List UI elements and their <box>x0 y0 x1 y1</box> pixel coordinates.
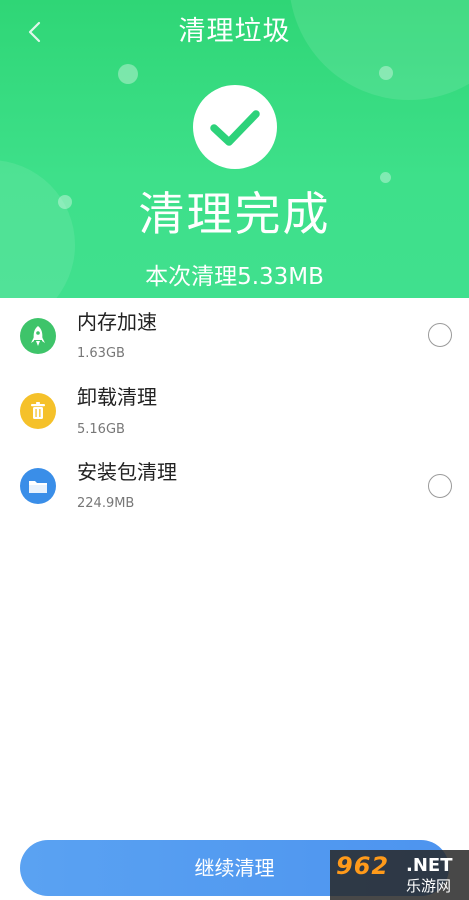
item-name: 卸载清理 <box>77 385 157 409</box>
rocket-icon <box>20 318 56 354</box>
watermark-logo: 962 <box>336 852 390 880</box>
decorative-dot <box>379 66 393 80</box>
item-name: 内存加速 <box>77 310 157 334</box>
watermark-site: 乐游网 <box>406 877 452 895</box>
cleaned-summary: 本次清理5.33MB <box>145 264 324 290</box>
list-item-uninstall-clean[interactable]: 卸载清理 5.16GB <box>0 373 469 448</box>
decorative-dot <box>118 64 138 84</box>
item-size: 1.63GB <box>77 346 125 361</box>
watermark: 962 .NET 乐游网 <box>330 850 469 900</box>
trash-icon <box>20 393 56 429</box>
item-size: 224.9MB <box>77 496 135 511</box>
select-radio[interactable] <box>428 323 452 347</box>
folder-icon <box>20 468 56 504</box>
item-name: 安装包清理 <box>77 460 177 484</box>
item-size: 5.16GB <box>77 422 125 437</box>
page-title: 清理垃圾 <box>178 16 291 47</box>
header-banner: 清理垃圾 清理完成 本次清理5.33MB <box>0 0 469 298</box>
clean-complete-heading: 清理完成 <box>138 187 331 241</box>
clean-item-list: 内存加速 1.63GB 卸载清理 5.16GB 安装包清理 224.9MB <box>0 298 469 523</box>
watermark-net: .NET <box>406 855 453 876</box>
list-item-memory-boost[interactable]: 内存加速 1.63GB <box>0 298 469 373</box>
list-item-package-clean[interactable]: 安装包清理 224.9MB <box>0 448 469 523</box>
select-radio[interactable] <box>428 474 452 498</box>
success-check-icon <box>193 85 277 169</box>
decorative-dot <box>380 172 391 183</box>
